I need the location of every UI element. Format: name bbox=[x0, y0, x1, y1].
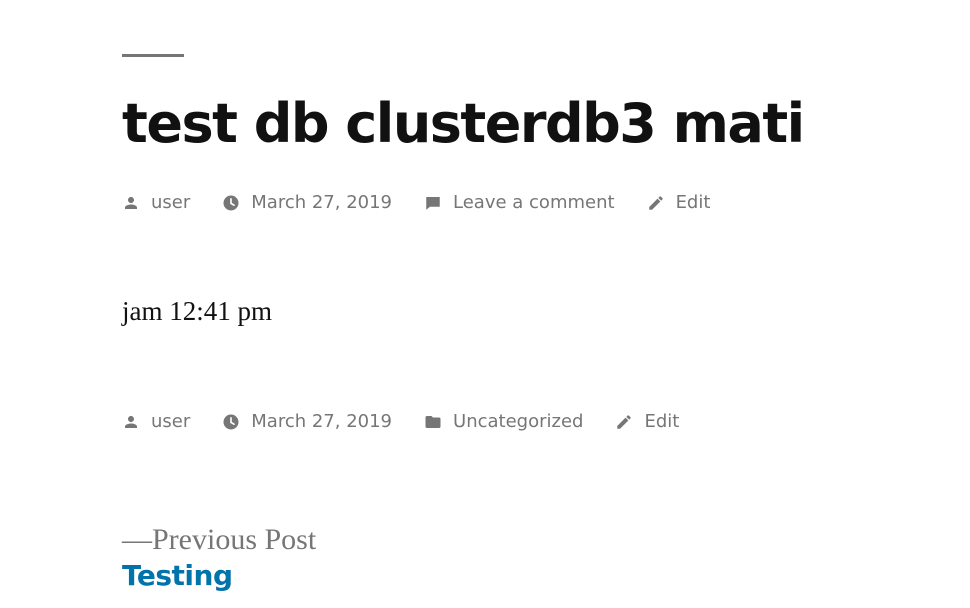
pencil-icon bbox=[647, 194, 665, 212]
leave-comment-link[interactable]: Leave a comment bbox=[453, 192, 615, 213]
clock-icon bbox=[222, 194, 240, 212]
meta-comments[interactable]: Leave a comment bbox=[424, 192, 615, 213]
folder-icon bbox=[424, 413, 442, 431]
comment-icon bbox=[424, 194, 442, 212]
clock-icon bbox=[222, 413, 240, 431]
post-meta-footer: user March 27, 2019 Uncategorized Edit bbox=[122, 411, 711, 432]
footer-edit-link[interactable]: Edit bbox=[644, 411, 679, 432]
post-title: test db clusterdb3 mati bbox=[122, 92, 805, 155]
meta-author[interactable]: user bbox=[122, 192, 190, 213]
footer-date[interactable]: March 27, 2019 bbox=[222, 411, 392, 432]
footer-date-link[interactable]: March 27, 2019 bbox=[251, 411, 392, 432]
edit-link[interactable]: Edit bbox=[676, 192, 711, 213]
previous-post-label: —Previous Post bbox=[122, 523, 317, 556]
footer-author[interactable]: user bbox=[122, 411, 190, 432]
previous-post-link[interactable]: Testing bbox=[122, 558, 316, 594]
person-icon bbox=[122, 194, 140, 212]
meta-date[interactable]: March 27, 2019 bbox=[222, 192, 392, 213]
footer-author-link[interactable]: user bbox=[151, 411, 190, 432]
post-navigation: —Previous Post Testing bbox=[122, 522, 316, 594]
person-icon bbox=[122, 413, 140, 431]
meta-author-link[interactable]: user bbox=[151, 192, 190, 213]
footer-category[interactable]: Uncategorized bbox=[424, 411, 583, 432]
pencil-icon bbox=[615, 413, 633, 431]
meta-edit[interactable]: Edit bbox=[647, 192, 711, 213]
category-link[interactable]: Uncategorized bbox=[453, 411, 583, 432]
post-content: jam 12:41 pm bbox=[122, 296, 272, 326]
meta-date-link[interactable]: March 27, 2019 bbox=[251, 192, 392, 213]
title-divider bbox=[122, 54, 184, 57]
footer-edit[interactable]: Edit bbox=[615, 411, 679, 432]
post-meta-header: user March 27, 2019 Leave a comment Edit bbox=[122, 192, 742, 213]
